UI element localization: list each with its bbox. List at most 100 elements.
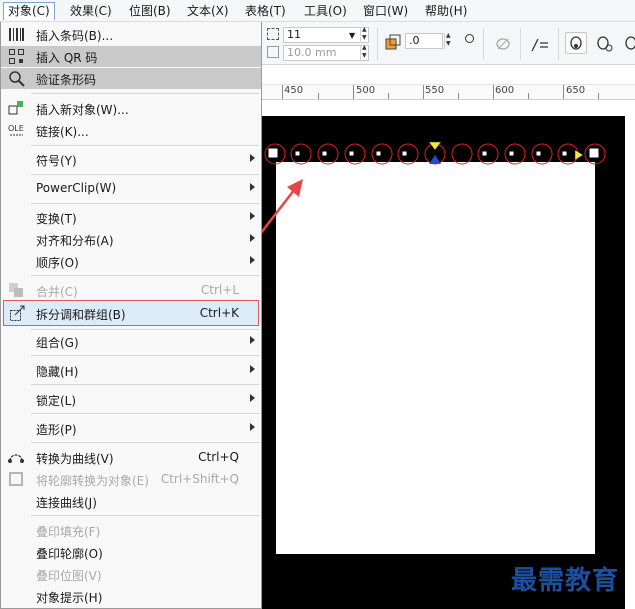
menu-item-shortcut: Ctrl+L	[200, 283, 239, 297]
menu-item-label: 叠印填充(F)	[36, 525, 101, 539]
menu-item-label: 插入条码(B)...	[36, 29, 114, 43]
path-icon[interactable]	[529, 35, 551, 55]
menu-item-order[interactable]: 顺序(O)	[1, 251, 261, 272]
blend-misc-icon[interactable]	[622, 34, 635, 54]
menu-item-convert-to-curves[interactable]: 转换为曲线(V) Ctrl+Q	[1, 447, 261, 468]
menu-separator	[31, 442, 259, 443]
watermark-logo: 最需教育	[511, 566, 620, 596]
menu-item-symbol[interactable]: 符号(Y)	[1, 149, 261, 170]
combine-icon	[8, 282, 25, 299]
toolbar-divider	[483, 28, 484, 60]
menu-item-label: 组合(G)	[36, 336, 79, 350]
ruler-label: 650	[566, 85, 586, 96]
offset-spinner[interactable]	[444, 32, 453, 49]
menu-item-powerclip[interactable]: PowerClip(W)	[1, 178, 261, 199]
menu-bitmap[interactable]: 位图(B)	[125, 2, 175, 20]
menu-separator	[31, 174, 259, 175]
horizontal-ruler[interactable]: 450 500 550 600 650	[261, 84, 635, 100]
ruler-tick	[318, 93, 319, 99]
menu-item-object-hints[interactable]: 对象提示(H)	[1, 586, 261, 607]
convert-curve-icon	[8, 449, 25, 466]
menu-item-label: 对齐和分布(A)	[36, 234, 114, 248]
menu-item-transform[interactable]: 变换(T)	[1, 207, 261, 228]
menu-item-insert-qr[interactable]: 插入 QR 码	[1, 46, 261, 67]
ruler-label: 600	[495, 85, 515, 96]
size-icon	[267, 28, 279, 40]
circle-icon[interactable]	[465, 34, 474, 43]
menu-separator	[31, 515, 259, 516]
blend-objects[interactable]	[261, 140, 635, 170]
menu-item-label: 链接(K)...	[36, 125, 89, 139]
menu-item-label: 变换(T)	[36, 212, 77, 226]
menu-item-overprint-fill: 叠印填充(F)	[1, 520, 261, 541]
menu-window[interactable]: 窗口(W)	[359, 2, 412, 20]
menu-item-hide[interactable]: 隐藏(H)	[1, 360, 261, 381]
ruler-tick	[563, 85, 564, 99]
size-mm-spinner[interactable]	[360, 44, 369, 61]
menu-item-label: 合并(C)	[36, 285, 78, 299]
break-apart-icon	[9, 305, 26, 322]
menu-separator	[31, 145, 259, 146]
white-page-shape[interactable]	[276, 162, 595, 554]
menu-separator	[31, 329, 259, 330]
property-bar: 11 ▼ 10.0 mm .0	[261, 22, 635, 65]
submenu-arrow-icon	[250, 212, 255, 220]
menu-item-label: 转换为曲线(V)	[36, 452, 114, 466]
ruler-tick	[353, 85, 354, 99]
menubar: 对象(C) 效果(C) 位图(B) 文本(X) 表格(T) 工具(O) 窗口(W…	[0, 0, 635, 22]
menu-item-validate-barcode[interactable]: 验证条形码	[1, 68, 261, 89]
menu-item-shortcut: Ctrl+K	[199, 306, 239, 320]
menu-item-shaping[interactable]: 造形(P)	[1, 418, 261, 439]
menu-item-label: 叠印轮廓(O)	[36, 547, 103, 561]
menu-item-label: 插入 QR 码	[36, 51, 98, 65]
submenu-arrow-icon	[250, 234, 255, 242]
menu-item-label: 锁定(L)	[36, 394, 77, 408]
menu-item-label: 隐藏(H)	[36, 365, 79, 379]
menu-text[interactable]: 文本(X)	[183, 2, 233, 20]
menu-item-join-curves[interactable]: 连接曲线(J)	[1, 491, 261, 512]
menu-effects[interactable]: 效果(C)	[66, 2, 116, 20]
menu-separator	[31, 203, 259, 204]
menu-item-label: 验证条形码	[36, 73, 97, 87]
menu-tools[interactable]: 工具(O)	[300, 2, 351, 20]
width-icon	[267, 46, 279, 58]
offset-input[interactable]: .0	[405, 33, 443, 49]
menu-help[interactable]: 帮助(H)	[421, 2, 471, 20]
menu-item-lock[interactable]: 锁定(L)	[1, 389, 261, 410]
menu-item-overprint-bitmap: 叠印位图(V)	[1, 564, 261, 585]
menu-item-align-distribute[interactable]: 对齐和分布(A)	[1, 229, 261, 250]
ruler-tick	[528, 93, 529, 99]
menu-item-overprint-outline[interactable]: 叠印轮廓(O)	[1, 542, 261, 563]
menu-item-label: 插入新对象(W)...	[36, 103, 129, 117]
menu-item-insert-barcode[interactable]: 插入条码(B)...	[1, 24, 261, 45]
qr-code-icon	[8, 48, 25, 65]
menu-item-combine: 合并(C) Ctrl+L	[1, 280, 261, 301]
ruler-tick	[458, 93, 459, 99]
menu-separator	[31, 384, 259, 385]
menu-item-link[interactable]: OLE 链接(K)...	[1, 120, 261, 141]
submenu-arrow-icon	[250, 336, 255, 344]
size-spinner[interactable]	[360, 26, 369, 43]
menu-item-outline-to-object: 将轮廓转换为对象(E) Ctrl+Shift+Q	[1, 469, 261, 490]
menu-item-group[interactable]: 组合(G)	[1, 331, 261, 352]
size-mm-input[interactable]: 10.0 mm	[283, 45, 369, 61]
menu-item-insert-new-object[interactable]: 插入新对象(W)...	[1, 98, 261, 119]
ruler-tick	[598, 93, 599, 99]
size-input[interactable]: 11	[283, 27, 369, 43]
node-icon[interactable]	[494, 35, 512, 53]
ole-link-icon: OLE	[8, 122, 25, 139]
menu-separator	[31, 355, 259, 356]
submenu-arrow-icon	[250, 154, 255, 162]
outline-object-icon	[8, 471, 25, 488]
menu-object[interactable]: 对象(C)	[3, 2, 55, 20]
menu-item-break-blend-group[interactable]: 拆分调和群组(B) Ctrl+K	[3, 300, 259, 326]
blend-path-icon[interactable]	[594, 34, 616, 54]
magnifier-barcode-icon	[8, 70, 25, 87]
blend-button[interactable]	[565, 32, 587, 54]
ruler-tick	[423, 85, 424, 99]
object-menu: 插入条码(B)... 插入 QR 码 验证条形码 插入新对象(W)... OLE…	[0, 22, 262, 609]
menu-table[interactable]: 表格(T)	[241, 2, 290, 20]
menu-item-label: 叠印位图(V)	[36, 569, 102, 583]
chevron-down-icon[interactable]: ▼	[349, 31, 355, 40]
ruler-label: 550	[425, 85, 445, 96]
